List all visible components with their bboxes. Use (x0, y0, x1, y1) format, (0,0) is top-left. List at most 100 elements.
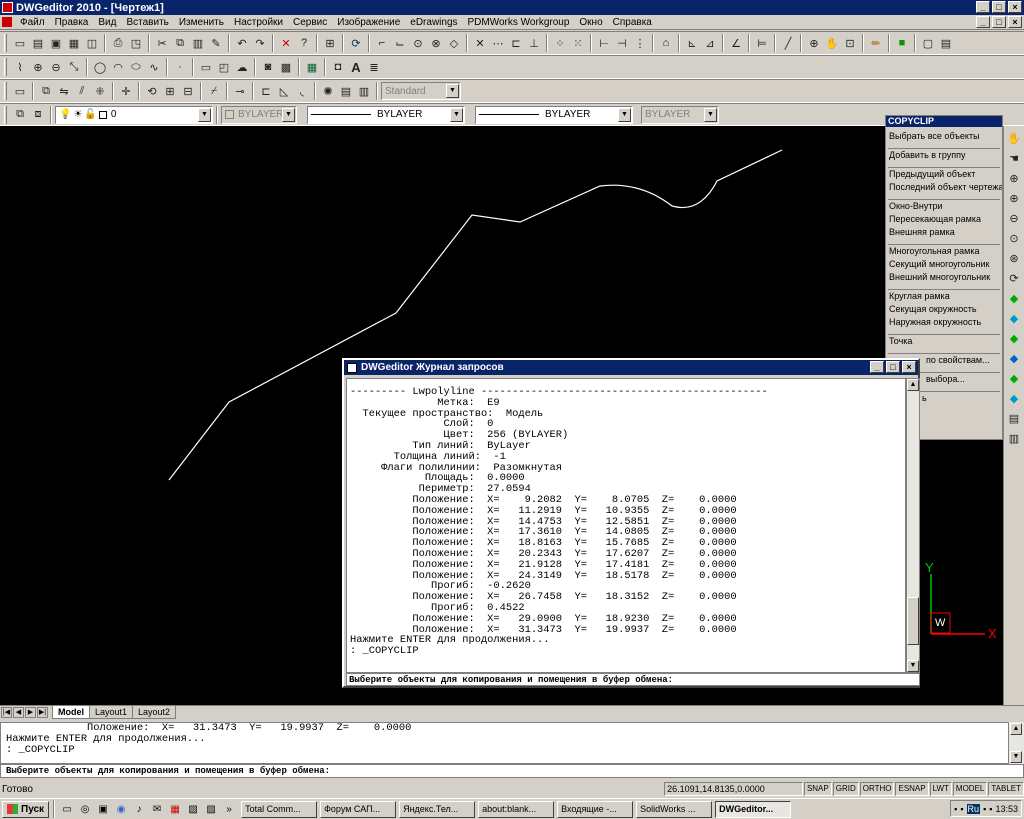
close-button[interactable]: × (1008, 1, 1022, 13)
spline-icon[interactable]: ∿ (146, 59, 162, 75)
model-toggle[interactable]: MODEL (952, 782, 988, 796)
mirror-icon[interactable]: ⇋ (56, 83, 72, 99)
menu-view[interactable]: Вид (93, 17, 121, 28)
pencil-icon[interactable]: ✏ (868, 35, 884, 51)
prev-tab-icon[interactable]: ◀ (13, 707, 24, 718)
page-setup-icon[interactable]: ▥ (1006, 430, 1022, 446)
match-properties-icon[interactable]: ✎ (208, 35, 224, 51)
zoom-in-icon[interactable]: ⊕ (1006, 190, 1022, 206)
menu-modify[interactable]: Изменить (174, 17, 229, 28)
snap-midpoint-icon[interactable]: ⌙ (392, 35, 408, 51)
snap-endpoint-icon[interactable]: ⌐ (374, 35, 390, 51)
scroll-down-icon[interactable]: ▼ (1010, 751, 1022, 763)
explode-icon[interactable]: ✺ (320, 83, 336, 99)
copy-icon[interactable]: ⧉ (172, 35, 188, 51)
lwt-toggle[interactable]: LWT (929, 782, 952, 796)
scroll-up-icon[interactable]: ▲ (1010, 723, 1022, 735)
menu-help[interactable]: Справка (608, 17, 657, 28)
menu-settings[interactable]: Настройки (229, 17, 288, 28)
task-dwgeditor[interactable]: DWGeditor... (715, 800, 792, 818)
design-center-icon[interactable]: ▤ (938, 35, 954, 51)
chevron-down-icon[interactable]: ▼ (282, 107, 295, 122)
menu-window[interactable]: Окно (574, 17, 607, 28)
dialog-close-button[interactable]: × (902, 361, 916, 373)
layer-manager-icon[interactable]: ⧉ (12, 107, 28, 123)
doc-close-button[interactable]: × (1008, 16, 1022, 28)
command-prompt[interactable]: Выберите объекты для копирования и помещ… (0, 764, 1024, 778)
previous-object-option[interactable]: Предыдущий объект (886, 168, 1002, 181)
revcloud-icon[interactable]: ☁ (234, 59, 250, 75)
layout-icon[interactable]: ▤ (1006, 410, 1022, 426)
rotate-icon[interactable]: ⟲ (144, 83, 160, 99)
region-icon[interactable]: ◰ (216, 59, 232, 75)
snap-toggle[interactable]: SNAP (803, 782, 832, 796)
network-icon[interactable]: ◎ (78, 802, 92, 816)
layer-previous-icon[interactable]: ⧈ (30, 107, 46, 123)
tray-icon[interactable]: ▪ (960, 804, 963, 814)
chevron-down-icon[interactable]: ▼ (450, 107, 463, 122)
language-indicator[interactable]: Ru (966, 803, 981, 814)
app-icon-3[interactable]: ▨ (204, 802, 218, 816)
dialog-prompt[interactable]: Выберите объекты для копирования и помещ… (346, 673, 920, 686)
view-render-icon[interactable]: ◆ (1006, 370, 1022, 386)
document-icon[interactable] (2, 17, 12, 27)
app-icon-1[interactable]: ▦ (168, 802, 182, 816)
print-preview-icon[interactable]: ◳ (128, 35, 144, 51)
ortho-icon[interactable]: ⊢ (596, 35, 612, 51)
scroll-down-icon[interactable]: ▼ (907, 660, 919, 672)
refresh-icon[interactable]: ⟳ (348, 35, 364, 51)
snap-extension-icon[interactable]: ⋯ (490, 35, 506, 51)
minimize-button[interactable]: _ (976, 1, 990, 13)
cut-icon[interactable]: ✂ (154, 35, 170, 51)
plotstyle-dropdown[interactable]: BYLAYER ▼ (641, 105, 719, 124)
view-front-icon[interactable]: ◆ (1006, 310, 1022, 326)
snap-perpendicular-icon[interactable]: ⊥ (526, 35, 542, 51)
help-icon[interactable]: ? (296, 35, 312, 51)
text-style-dropdown[interactable]: Standard ▼ (381, 82, 461, 100)
task-forum[interactable]: Форум САП... (320, 800, 397, 818)
dialog-maximize-button[interactable]: □ (886, 361, 900, 373)
maximize-button[interactable]: □ (992, 1, 1006, 13)
polar-icon[interactable]: ⊣ (614, 35, 630, 51)
view-side-icon[interactable]: ◆ (1006, 330, 1022, 346)
snap-insertion-icon[interactable]: ⊏ (508, 35, 524, 51)
copy-object-icon[interactable]: ⧉ (38, 83, 54, 99)
edit-text-icon[interactable]: ▤ (338, 83, 354, 99)
zoom-window-icon[interactable]: ⊡ (842, 35, 858, 51)
clock[interactable]: 13:53 (995, 804, 1018, 814)
explorer-icon[interactable]: ▭ (60, 802, 74, 816)
print-icon[interactable]: ⎙ (110, 35, 126, 51)
last-object-option[interactable]: Последний объект чертежа (886, 181, 1002, 194)
zoom-out-icon[interactable]: ⊖ (48, 59, 64, 75)
text-icon[interactable]: A (348, 59, 364, 75)
tab-layout1[interactable]: Layout1 (89, 706, 134, 719)
menu-image[interactable]: Изображение (332, 17, 405, 28)
save-as-icon[interactable]: ▦ (66, 35, 82, 51)
browser-icon[interactable]: ◉ (114, 802, 128, 816)
menu-edrawings[interactable]: eDrawings (405, 17, 462, 28)
hand-icon[interactable]: ☚ (1006, 150, 1022, 166)
extend-icon[interactable]: ⊸ (232, 83, 248, 99)
zoom-all-icon[interactable]: ⊙ (1006, 230, 1022, 246)
zoom-realtime-icon[interactable]: ⊕ (806, 35, 822, 51)
angle-icon[interactable]: ∠ (728, 35, 744, 51)
view-top-icon[interactable]: ◆ (1006, 290, 1022, 306)
save-icon[interactable]: ▣ (48, 35, 64, 51)
chevron-down-icon[interactable]: ▼ (198, 107, 211, 122)
tablet-icon[interactable]: ⌂ (658, 35, 674, 51)
block-icon[interactable]: ◘ (330, 59, 346, 75)
pan-tool-icon[interactable]: ⤡ (66, 59, 82, 75)
dimension-icon[interactable]: ⊨ (754, 35, 770, 51)
coordinates-readout[interactable]: 26.1091,14.8135,0.0000 (664, 782, 803, 796)
pan-hand-icon[interactable]: ✋ (1006, 130, 1022, 146)
lineweight-dropdown[interactable]: BYLAYER ▼ (475, 105, 633, 124)
orbit-icon[interactable]: ⟳ (1006, 270, 1022, 286)
break-icon[interactable]: ⊏ (258, 83, 274, 99)
menu-insert[interactable]: Вставить (121, 17, 173, 28)
arc-icon[interactable]: ◠ (110, 59, 126, 75)
chamfer-icon[interactable]: ◺ (276, 83, 292, 99)
tab-model[interactable]: Model (52, 706, 90, 719)
snap-center-icon[interactable]: ⊙ (410, 35, 426, 51)
task-solidworks[interactable]: SolidWorks ... (636, 800, 713, 818)
distance-icon[interactable]: ⊾ (684, 35, 700, 51)
